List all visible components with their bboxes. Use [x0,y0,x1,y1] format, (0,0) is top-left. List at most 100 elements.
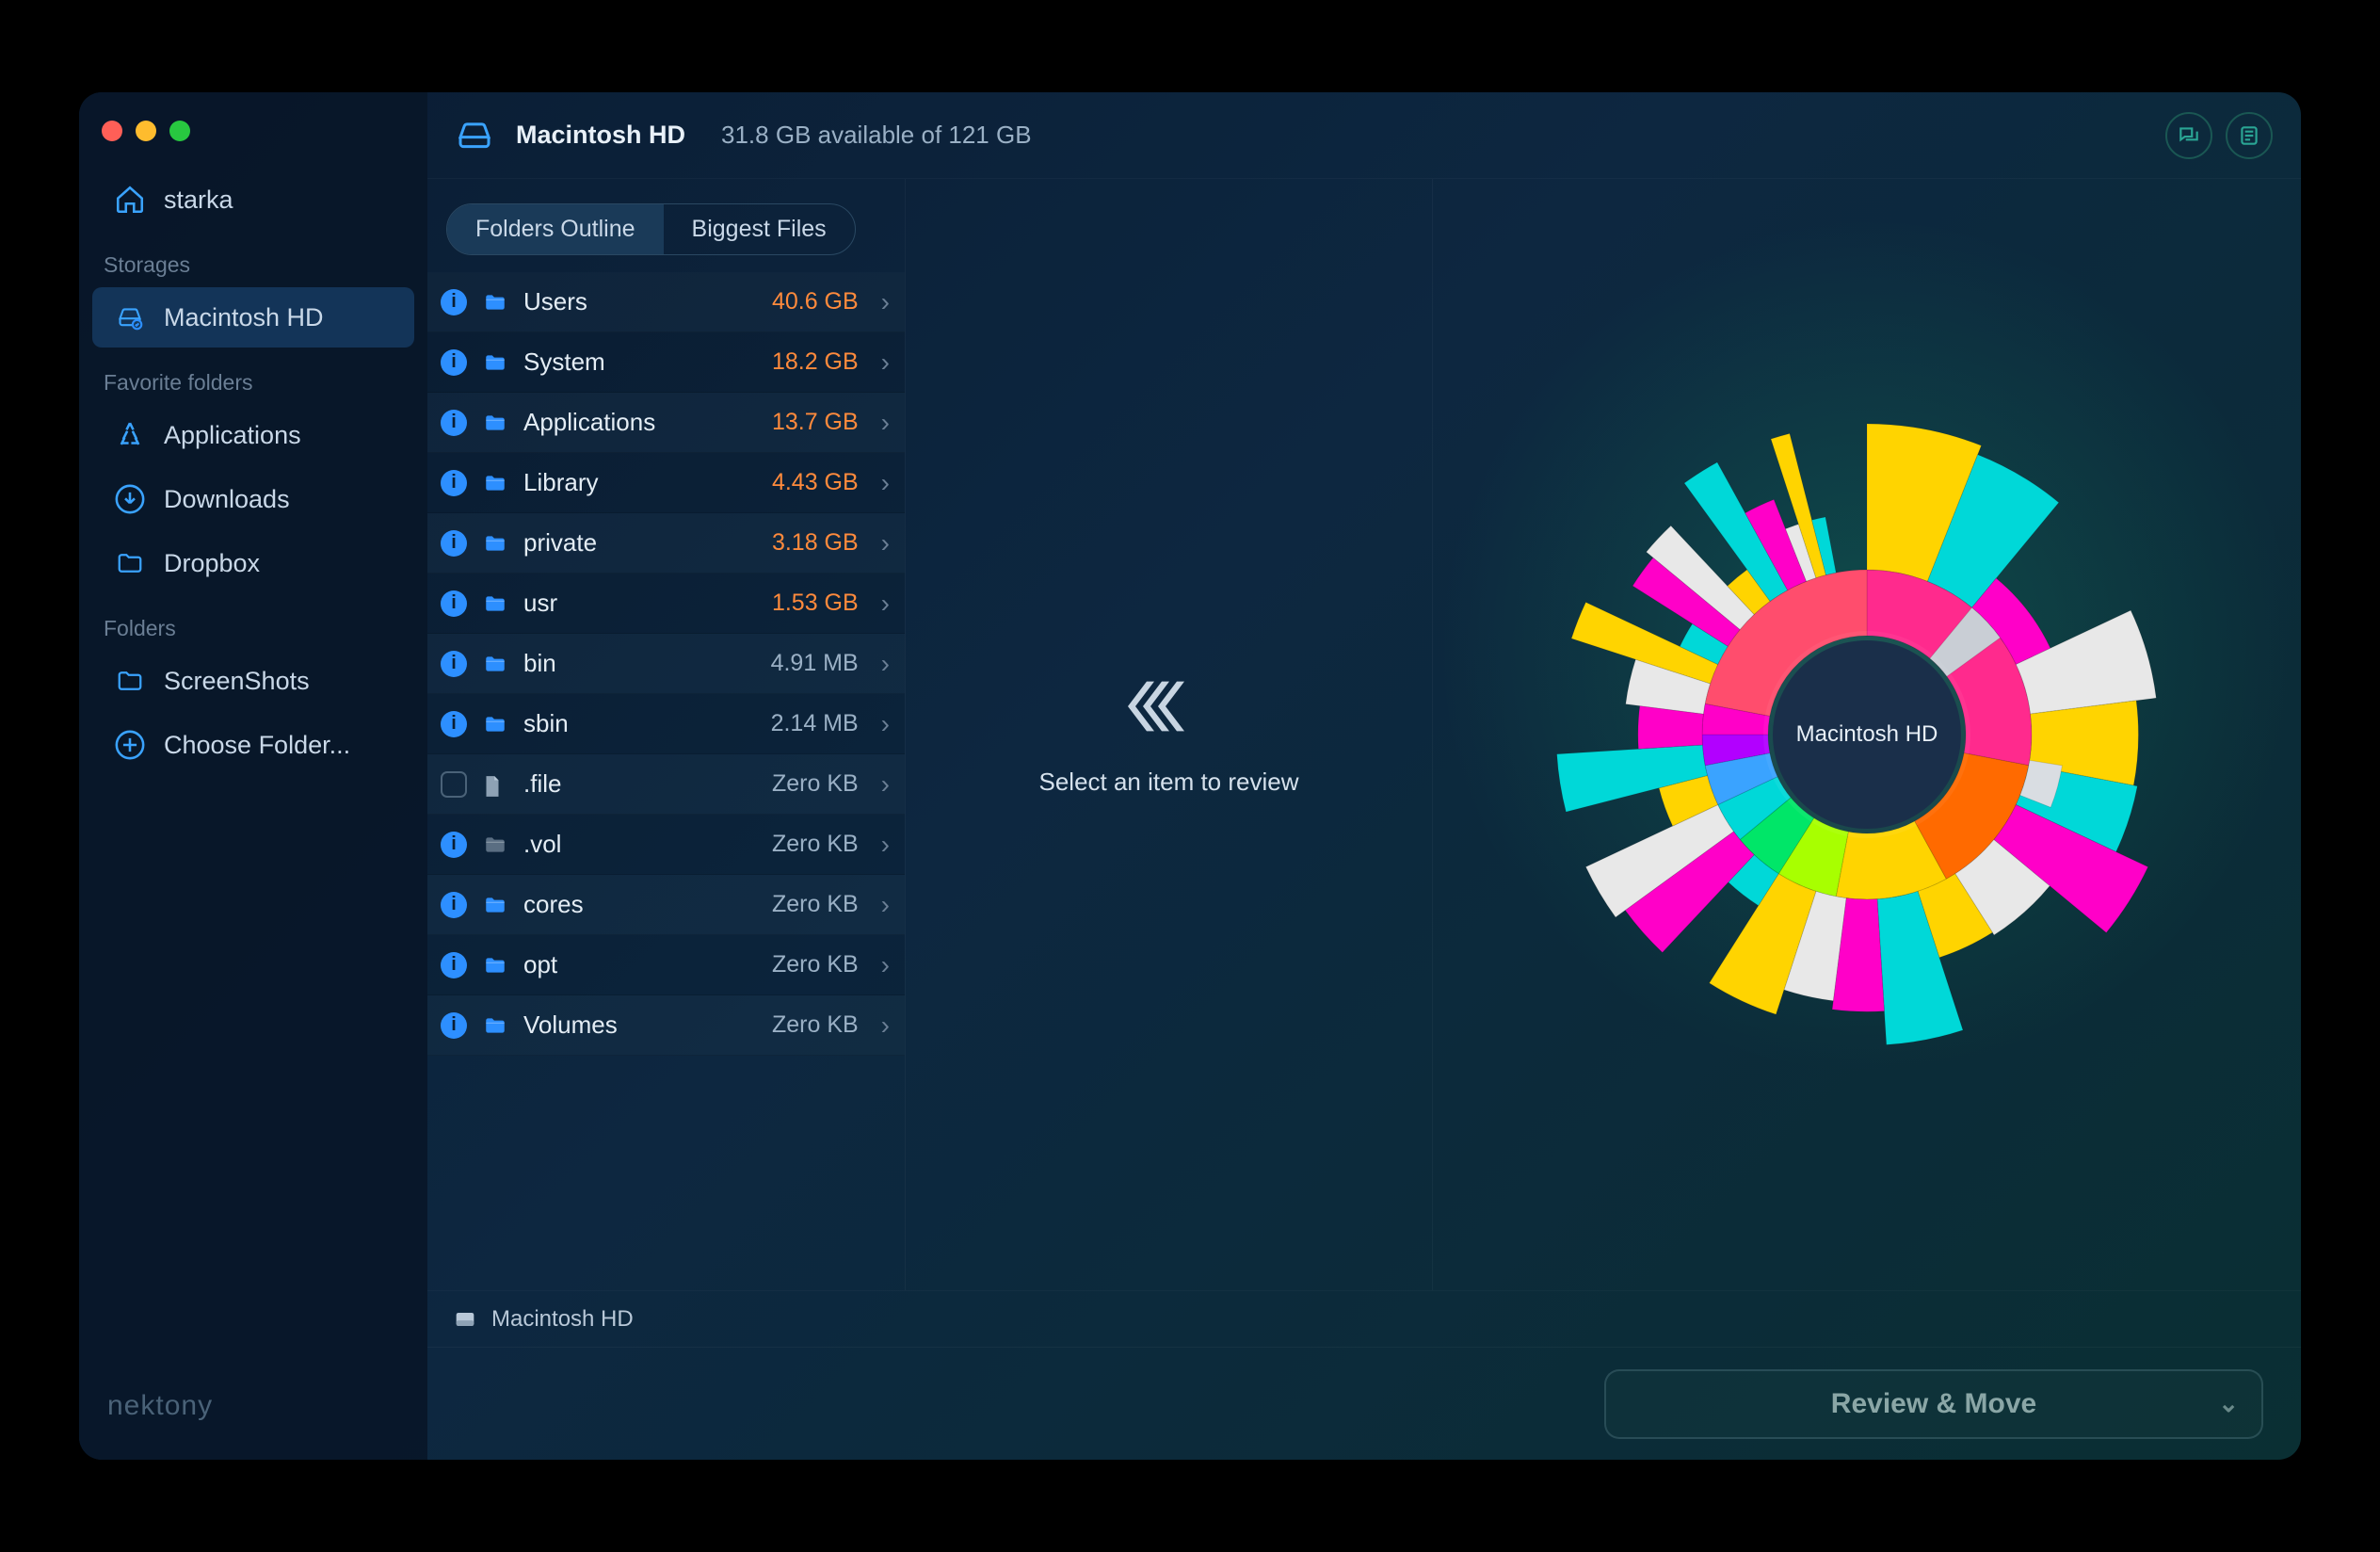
folder-row[interactable]: iVolumesZero KB› [427,995,905,1056]
folder-icon [480,531,510,556]
zoom-window[interactable] [169,121,190,141]
drive-icon [113,300,147,334]
app-window: starka Storages Macintosh HD Favorite fo… [79,92,2301,1460]
folder-icon [480,1013,510,1038]
info-icon[interactable]: i [441,530,467,557]
folder-icon [480,350,510,375]
row-size: 3.18 GB [746,529,859,557]
info-icon[interactable]: i [441,892,467,918]
row-name: .file [523,769,732,799]
row-name: usr [523,589,732,618]
sidebar-item-applications[interactable]: Applications [92,405,414,465]
chevron-down-icon: ⌄ [2218,1389,2239,1418]
folder-icon [480,953,510,978]
folder-row[interactable]: i.volZero KB› [427,815,905,875]
folder-icon [480,411,510,435]
row-size: 1.53 GB [746,590,859,617]
row-name: Applications [523,408,732,437]
row-size: Zero KB [746,891,859,918]
chevron-right-icon: › [872,287,890,317]
chat-button[interactable] [2165,112,2212,159]
sunburst-chart[interactable]: Macintosh HD [1537,405,2196,1064]
window-controls [79,109,427,168]
sunburst-panel: Macintosh HD [1433,179,2301,1290]
sidebar-favorite-label: Downloads [164,485,290,514]
row-size: 13.7 GB [746,409,859,436]
checkbox[interactable] [441,771,467,798]
chevron-right-icon: › [872,709,890,739]
folder-row[interactable]: isbin2.14 MB› [427,694,905,754]
sidebar-item-storage-macintosh-hd[interactable]: Macintosh HD [92,287,414,348]
info-icon[interactable]: i [441,952,467,978]
row-name: Library [523,468,732,497]
chevron-right-icon: › [872,649,890,679]
folder-icon [480,290,510,315]
row-size: Zero KB [746,1011,859,1039]
sidebar-item-home[interactable]: starka [92,170,414,230]
detail-column: Select an item to review [906,179,1433,1290]
sidebar-folder-label: ScreenShots [164,667,310,696]
sidebar-item-choose-folder[interactable]: Choose Folder... [92,715,414,775]
folder-icon [480,893,510,917]
folder-row[interactable]: iLibrary4.43 GB› [427,453,905,513]
info-icon[interactable]: i [441,349,467,376]
sidebar-home-label: starka [164,186,233,215]
sidebar-folder-label: Choose Folder... [164,731,350,760]
folder-row[interactable]: iSystem18.2 GB› [427,332,905,393]
chevron-right-icon: › [872,890,890,920]
chevron-right-icon: › [872,408,890,438]
drive-icon [456,117,493,154]
folder-row[interactable]: iUsers40.6 GB› [427,272,905,332]
drive-small-icon [452,1306,478,1333]
chevron-right-icon: › [872,348,890,378]
chevron-right-icon: › [872,1010,890,1041]
info-icon[interactable]: i [441,289,467,315]
list-button[interactable] [2226,112,2273,159]
row-size: 2.14 MB [746,710,859,737]
info-icon[interactable]: i [441,651,467,677]
section-folders-heading: Folders [79,595,427,649]
folder-row[interactable]: iusr1.53 GB› [427,574,905,634]
row-size: 4.43 GB [746,469,859,496]
folder-row[interactable]: iprivate3.18 GB› [427,513,905,574]
close-window[interactable] [102,121,122,141]
folder-row[interactable]: ioptZero KB› [427,935,905,995]
info-icon[interactable]: i [441,1012,467,1039]
folder-icon [480,652,510,676]
sidebar-item-downloads[interactable]: Downloads [92,469,414,529]
arrows-left-icon [1122,667,1216,746]
folder-icon [113,664,147,698]
review-move-button[interactable]: Review & Move ⌄ [1604,1369,2263,1439]
info-icon[interactable]: i [441,832,467,858]
info-icon[interactable]: i [441,470,467,496]
info-icon[interactable]: i [441,410,467,436]
row-size: Zero KB [746,770,859,798]
tab-biggest-files[interactable]: Biggest Files [664,204,855,254]
sidebar-item-screenshots[interactable]: ScreenShots [92,651,414,711]
chevron-right-icon: › [872,950,890,980]
sidebar-favorite-label: Applications [164,421,301,450]
path-crumb[interactable]: Macintosh HD [491,1306,634,1333]
row-name: cores [523,890,732,919]
download-icon [113,482,147,516]
sidebar-storage-label: Macintosh HD [164,303,324,332]
info-icon[interactable]: i [441,590,467,617]
row-size: 4.91 MB [746,650,859,677]
row-size: Zero KB [746,951,859,978]
tab-folders-outline[interactable]: Folders Outline [447,204,664,254]
folder-row[interactable]: i Applications 13.7 GB › [427,393,905,453]
chevron-right-icon: › [872,830,890,860]
disk-availability: 31.8 GB available of 121 GB [721,121,1032,150]
folder-row[interactable]: ibin4.91 MB› [427,634,905,694]
plus-icon [113,728,147,762]
sunburst-center-label: Macintosh HD [1773,640,1961,829]
minimize-window[interactable] [136,121,156,141]
sidebar-item-dropbox[interactable]: Dropbox [92,533,414,593]
info-icon[interactable]: i [441,711,467,737]
folder-column: Folders Outline Biggest Files iUsers40.6… [427,179,906,1290]
folder-row[interactable]: i cores Zero KB › [427,875,905,935]
folder-icon [480,591,510,616]
folder-icon [480,712,510,736]
view-mode-segment: Folders Outline Biggest Files [446,203,856,255]
folder-row[interactable]: .fileZero KB› [427,754,905,815]
